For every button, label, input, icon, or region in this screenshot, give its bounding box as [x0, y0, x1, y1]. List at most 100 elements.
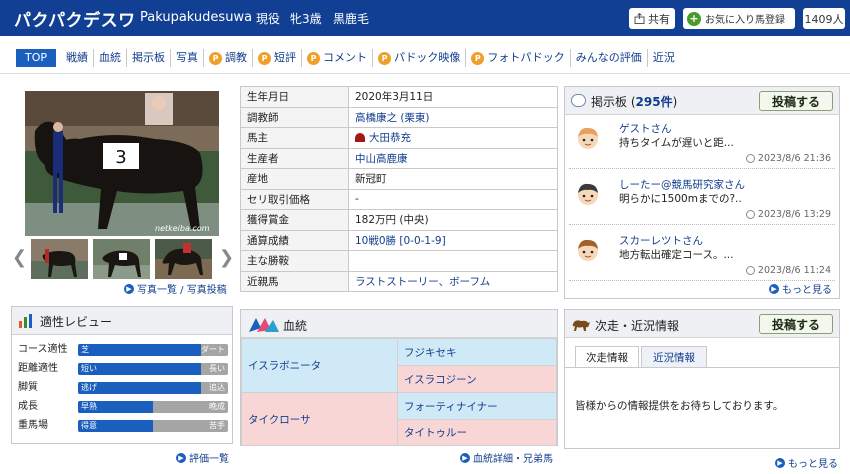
- header: パクパクデスワ Pakupakudesuwa 現役 牝3歳 黒鹿毛 共有 + お…: [0, 0, 850, 36]
- clock-icon: [745, 210, 755, 219]
- info-key: 生年月日: [240, 86, 349, 108]
- pedigree-dam-sire[interactable]: フォーティナイナー: [397, 392, 557, 420]
- premium-badge-icon: P: [307, 51, 321, 65]
- tab-item[interactable]: P 調教: [204, 49, 254, 67]
- horse-sex-age: 牝3歳: [290, 12, 322, 26]
- tab-item[interactable]: TOP: [16, 49, 57, 67]
- pedigree-sire-sire[interactable]: フジキセキ: [397, 338, 557, 366]
- tab-item[interactable]: P 短評: [253, 49, 303, 67]
- info-row: 近親馬 ラストストーリー、ボーフム: [240, 270, 558, 292]
- favorite-button[interactable]: + お気に入り馬登録: [683, 8, 795, 29]
- bbs-panel: 掲示板 (295件) 投稿する ゲストさん 持ちタイムが遅いと距... 2023/8…: [564, 86, 840, 299]
- tab-item[interactable]: みんなの評価: [571, 49, 648, 67]
- thumbnail-image: [31, 239, 88, 279]
- pedigree-more-label[interactable]: 血統詳細・兄弟馬: [473, 450, 553, 465]
- horse-info-table: 生年月日 2020年3月11日 調教師 高橋康之 (栗東) 馬主 大田恭充 生産者 中山高鹿康…: [240, 86, 558, 292]
- pedigree-dam-name[interactable]: タイクローサ: [248, 412, 311, 427]
- bbs-post-user[interactable]: しーたー@競馬研究家さん: [619, 177, 745, 192]
- photo-links[interactable]: ▶ 写真一覧 / 写真投稿: [124, 281, 227, 296]
- aptitude-panel: 適性レビュー コース適性 芝 ダート 距離適性 短い 長い 脚質 逃げ 追込 成長 早熟 晩成 重馬場 得…: [11, 306, 233, 444]
- photo-thumbnail[interactable]: [155, 239, 212, 279]
- bbs-post-text[interactable]: 地方転出確定コース。...: [619, 247, 734, 262]
- share-button[interactable]: 共有: [629, 8, 675, 29]
- pedigree-sire-name[interactable]: イスラボニータ: [248, 358, 321, 373]
- aptitude-more-label[interactable]: 評価一覧: [189, 450, 229, 465]
- pedigree-dam[interactable]: タイクローサ: [241, 392, 399, 446]
- info-row: 獲得賞金 182万円 (中央): [240, 209, 558, 231]
- horse-status: 現役: [256, 12, 281, 26]
- favorite-count: 1409人: [803, 8, 845, 29]
- aptitude-row: 成長 早熟 晩成: [18, 400, 230, 414]
- info-value-cell: 新冠町: [348, 168, 558, 190]
- bbs-post-time: 2023/8/6 21:36: [745, 153, 831, 164]
- pedigree-dam-sire-name[interactable]: フォーティナイナー: [404, 399, 498, 414]
- pedigree-dam-dam-name[interactable]: タイトゥルー: [404, 425, 467, 440]
- speech-bubble-icon: [571, 94, 586, 107]
- bbs-more-link[interactable]: ▶ もっと見る: [769, 281, 832, 296]
- info-value[interactable]: 10戦0勝 [0-0-1-9]: [355, 235, 446, 247]
- clock-icon: [745, 266, 755, 275]
- info-value[interactable]: ラストストーリー、ボーフム: [355, 276, 490, 288]
- bbs-count: 295件: [635, 95, 673, 109]
- pedigree-more-link[interactable]: ▶ 血統詳細・兄弟馬: [460, 450, 553, 465]
- aptitude-bar-fill: [78, 344, 201, 356]
- tab-item[interactable]: P フォトパドック: [466, 49, 571, 67]
- bbs-post[interactable]: しーたー@競馬研究家さん 明らかに1500mまでの?.. 2023/8/6 13:2…: [569, 173, 835, 225]
- info-row: 馬主 大田恭充: [240, 127, 558, 149]
- photo-thumbnail[interactable]: [93, 239, 150, 279]
- bbs-post-button[interactable]: 投稿する: [759, 91, 833, 111]
- pedigree-sire[interactable]: イスラボニータ: [241, 338, 399, 393]
- aptitude-bar: 早熟 晩成: [78, 401, 228, 413]
- bbs-post-text[interactable]: 持ちタイムが遅いと距...: [619, 135, 734, 150]
- tab-item[interactable]: 近況: [648, 49, 680, 67]
- next-race-more-link[interactable]: ▶ もっと見る: [775, 455, 838, 470]
- info-key: 調教師: [240, 106, 349, 128]
- info-value[interactable]: 中山高鹿康: [355, 153, 408, 165]
- aptitude-left-label: 短い: [81, 364, 97, 373]
- pedigree-sire-sire-name[interactable]: フジキセキ: [404, 345, 457, 360]
- aptitude-row: 距離適性 短い 長い: [18, 362, 230, 376]
- next-race-more-label[interactable]: もっと見る: [788, 455, 838, 470]
- tab-recent-info[interactable]: 近況情報: [641, 346, 707, 368]
- tab-label: 調教: [225, 51, 248, 64]
- chevron-right-icon[interactable]: ❯: [219, 249, 234, 267]
- tab-item[interactable]: 戦績: [61, 49, 95, 67]
- bbs-post-time: 2023/8/6 13:29: [745, 209, 831, 220]
- pedigree-dam-dam[interactable]: タイトゥルー: [397, 419, 557, 446]
- main-photo[interactable]: 3 netkeiba.com: [25, 91, 219, 236]
- tab-item[interactable]: 写真: [171, 49, 205, 67]
- tab-item[interactable]: 掲示板: [127, 49, 172, 67]
- bbs-post-user[interactable]: スカーレツトさん: [619, 233, 703, 248]
- info-row: 生産者 中山高鹿康: [240, 147, 558, 169]
- bbs-post-text[interactable]: 明らかに1500mまでの?..: [619, 191, 742, 206]
- photo-links-label[interactable]: 写真一覧 / 写真投稿: [137, 281, 227, 296]
- photo-thumbnail[interactable]: [31, 239, 88, 279]
- tab-list: TOP 戦績 血統 掲示板 写真 P 調教 P 短評 P コメント P パドック映像 P フォトパドック みん…: [16, 49, 680, 67]
- bbs-post-user[interactable]: ゲストさん: [619, 121, 672, 136]
- bbs-more-label[interactable]: もっと見る: [782, 281, 832, 296]
- pedigree-sire-dam-name[interactable]: イスラコジーン: [404, 372, 477, 387]
- tab-item[interactable]: 血統: [94, 49, 128, 67]
- pedigree-sire-dam[interactable]: イスラコジーン: [397, 365, 557, 393]
- tab-item[interactable]: P パドック映像: [373, 49, 467, 67]
- aptitude-left-label: 早熟: [81, 402, 97, 411]
- aptitude-bar: 得意 苦手: [78, 420, 228, 432]
- tab-next-race[interactable]: 次走情報: [575, 346, 639, 368]
- horse-coat: 黒鹿毛: [333, 12, 370, 26]
- tab-label: コメント: [323, 51, 368, 64]
- aptitude-more-link[interactable]: ▶ 評価一覧: [176, 450, 229, 465]
- tab-item[interactable]: P コメント: [302, 49, 374, 67]
- bbs-post[interactable]: スカーレツトさん 地方転出確定コース。... 2023/8/6 11:24: [569, 229, 835, 281]
- bbs-post[interactable]: ゲストさん 持ちタイムが遅いと距... 2023/8/6 21:36: [569, 117, 835, 169]
- info-value-cell: 大田恭充: [348, 127, 558, 149]
- horse-name: パクパクデスワ: [14, 11, 136, 31]
- aptitude-bar: 逃げ 追込: [78, 382, 228, 394]
- horse-icon: [572, 320, 590, 331]
- aptitude-title: 適性レビュー: [40, 315, 113, 329]
- info-value[interactable]: 大田恭充: [369, 132, 411, 144]
- next-race-post-button[interactable]: 投稿する: [759, 314, 833, 334]
- pedigree-panel: 血統 イスラボニータ フジキセキ イスラコジーン タイクローサ フォーティナイナ…: [240, 309, 558, 446]
- info-value[interactable]: 高橋康之 (栗東): [355, 112, 430, 124]
- chevron-left-icon[interactable]: ❮: [12, 249, 27, 267]
- aptitude-label: 成長: [18, 401, 38, 412]
